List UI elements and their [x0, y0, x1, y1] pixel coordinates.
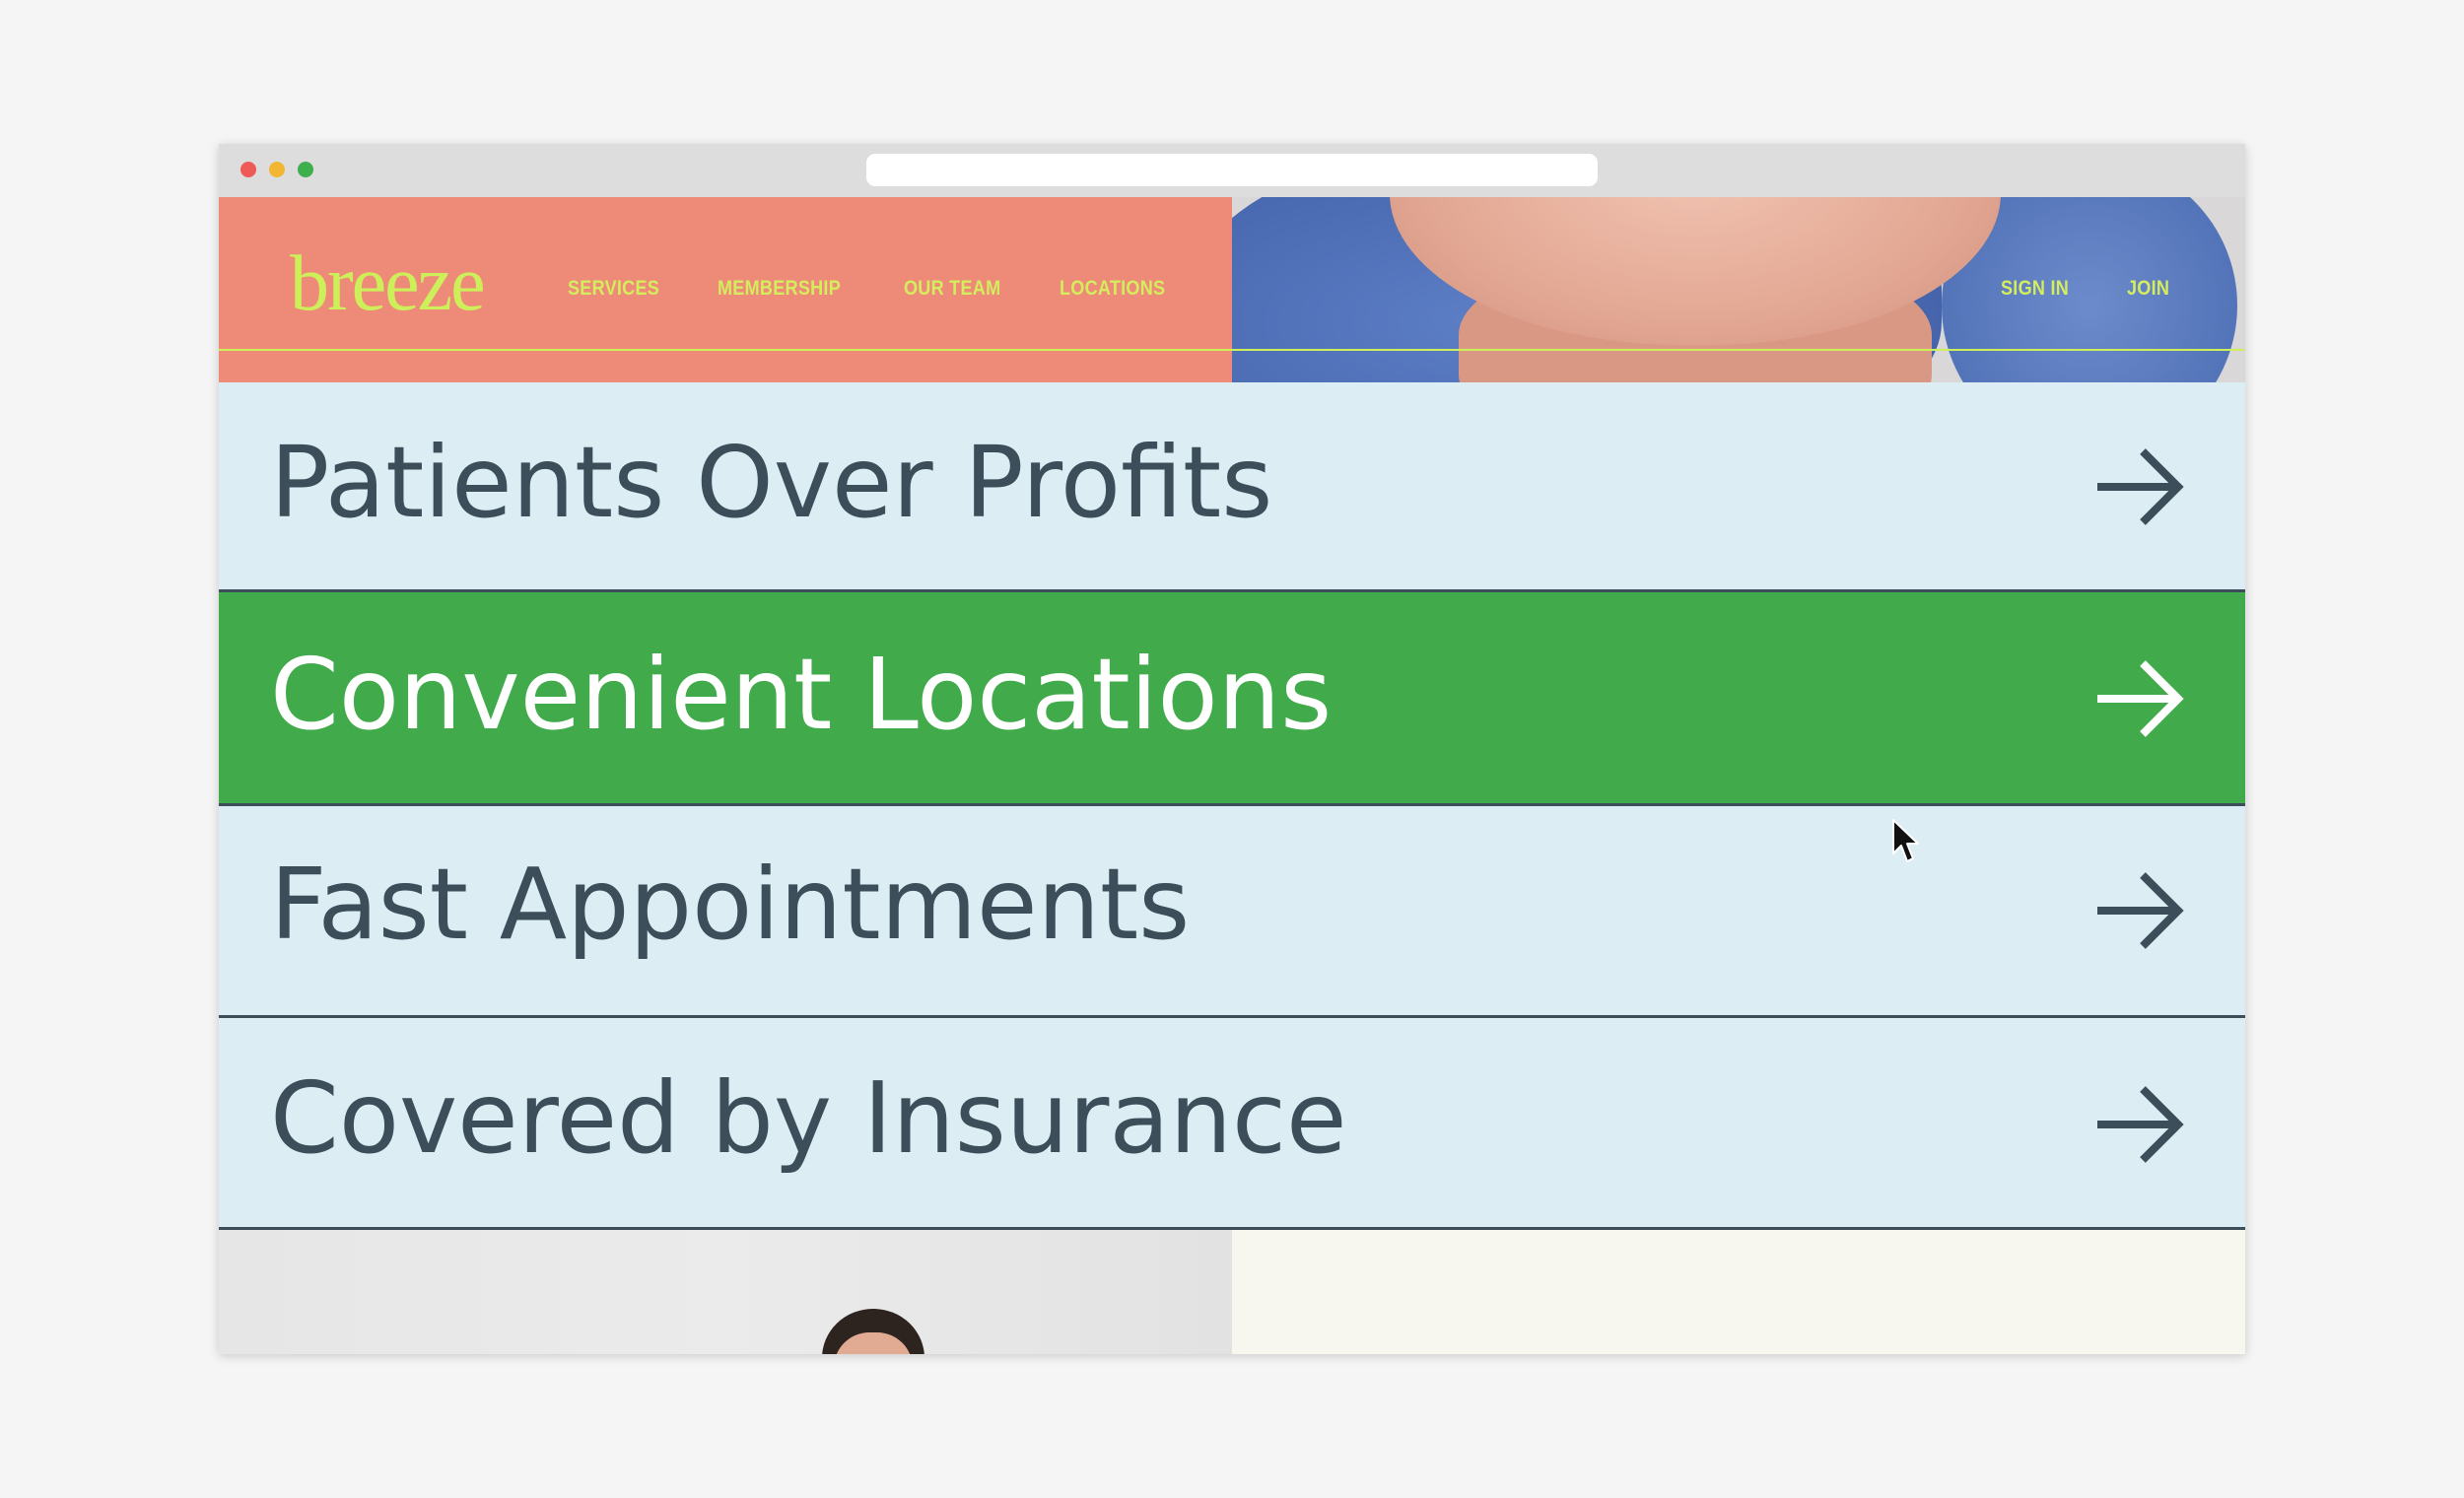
feature-row[interactable]: Patients Over Profits: [219, 382, 2245, 592]
arrow-right-icon: [2097, 1086, 2184, 1163]
arrow-right-icon: [2097, 660, 2184, 737]
site-logo[interactable]: breeze: [290, 235, 486, 333]
maximize-window-button[interactable]: [298, 162, 313, 177]
feature-row[interactable]: Convenient Locations: [219, 592, 2245, 806]
browser-chrome: [219, 144, 2245, 197]
header-photo: [1232, 197, 2245, 382]
content-panel: [1232, 1230, 2245, 1354]
sign-in-link[interactable]: SIGN IN: [2001, 276, 2069, 302]
close-window-button[interactable]: [240, 162, 256, 177]
feature-label: Covered by Insurance: [270, 1060, 1347, 1176]
nav-item-services[interactable]: SERVICES: [568, 276, 659, 302]
nav-item-our-team[interactable]: OUR TEAM: [904, 276, 1000, 302]
feature-label: Convenient Locations: [270, 637, 1333, 752]
header-divider: [219, 349, 2245, 351]
site-header: breeze SERVICES MEMBERSHIP OUR TEAM LOCA…: [219, 197, 2245, 382]
nav-item-membership[interactable]: MEMBERSHIP: [718, 276, 841, 302]
arrow-right-icon: [2097, 448, 2184, 525]
nav-item-locations[interactable]: LOCATIONS: [1060, 276, 1165, 302]
join-link[interactable]: JOIN: [2127, 276, 2169, 302]
page-viewport: breeze SERVICES MEMBERSHIP OUR TEAM LOCA…: [219, 197, 2245, 1354]
minimize-window-button[interactable]: [269, 162, 285, 177]
feature-label: Patients Over Profits: [270, 425, 1273, 540]
team-photo: [219, 1230, 1232, 1354]
browser-window: breeze SERVICES MEMBERSHIP OUR TEAM LOCA…: [219, 144, 2245, 1354]
feature-row[interactable]: Covered by Insurance: [219, 1018, 2245, 1230]
feature-row[interactable]: Fast Appointments: [219, 806, 2245, 1018]
arrow-right-icon: [2097, 872, 2184, 949]
mouse-cursor-icon: [1892, 819, 1919, 862]
address-bar[interactable]: [866, 154, 1598, 186]
feature-label: Fast Appointments: [270, 847, 1191, 962]
